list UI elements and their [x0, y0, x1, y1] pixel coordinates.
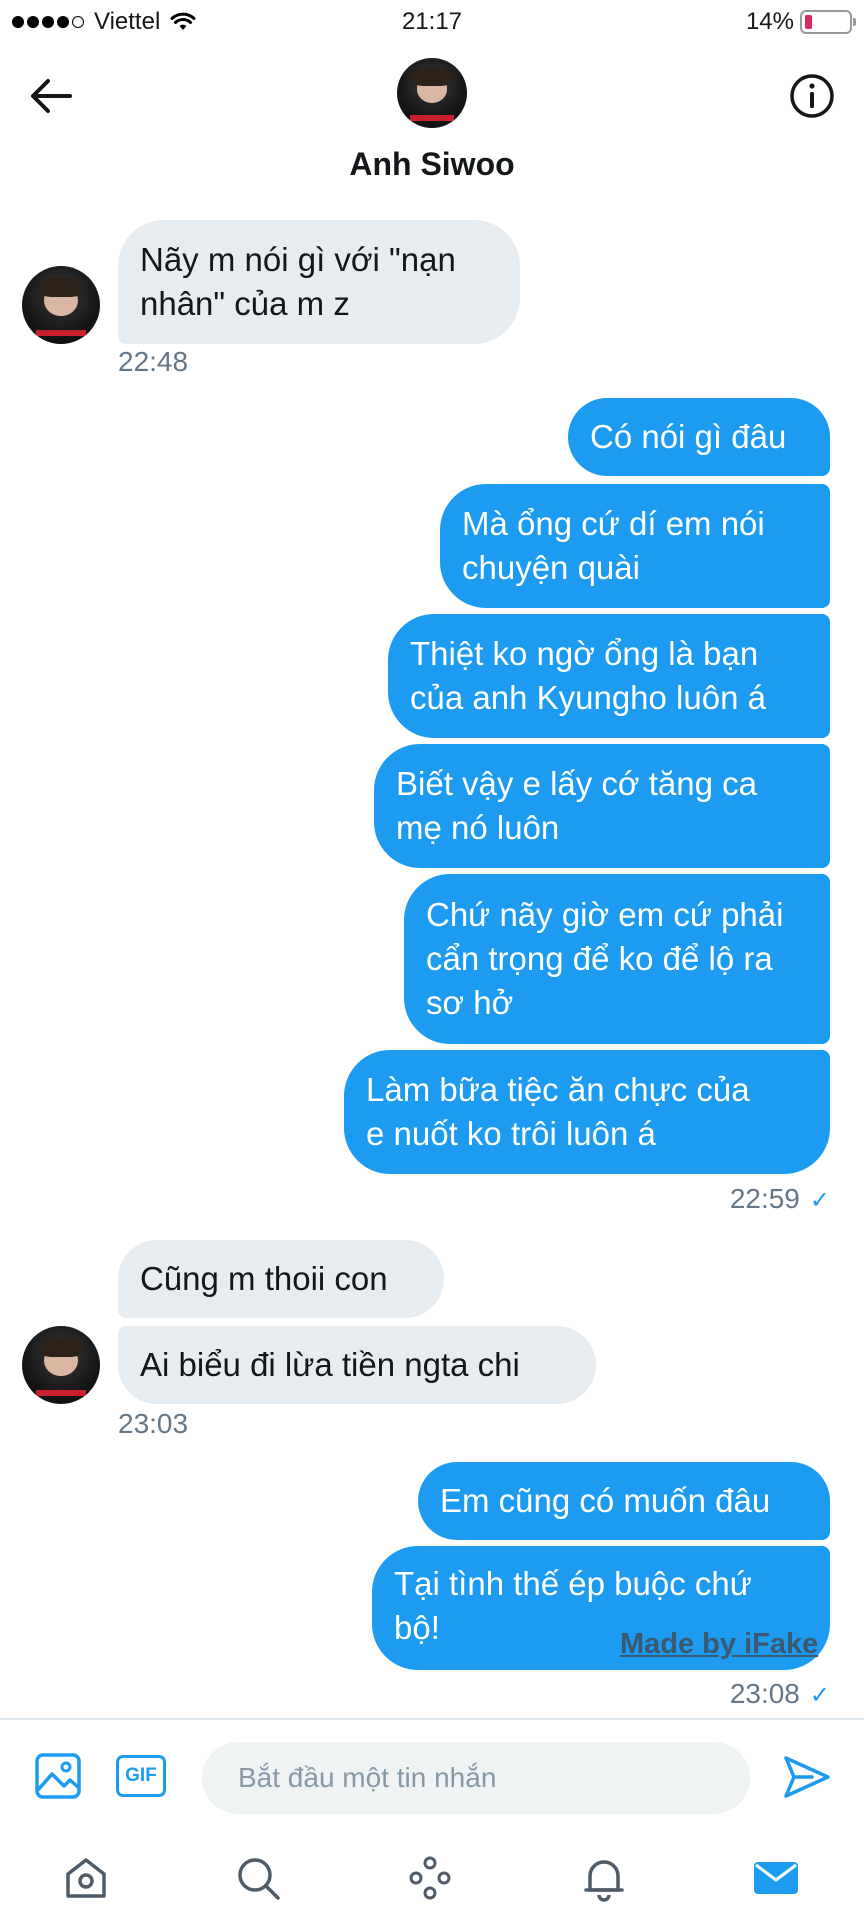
home-icon[interactable]	[62, 1854, 110, 1902]
contact-name[interactable]: Anh Siwoo	[0, 146, 864, 183]
message-timestamp: 23:08 ✓	[729, 1678, 830, 1709]
avatar[interactable]	[22, 266, 100, 344]
status-time: 21:17	[401, 8, 463, 35]
search-icon[interactable]	[234, 1854, 282, 1902]
read-check-icon: ✓	[809, 1187, 830, 1214]
message-bubble-outgoing[interactable]: Thiệt ko ngờ ổng là bạn của anh Kyungho …	[388, 614, 830, 738]
message-timestamp: 22:48	[118, 346, 189, 377]
spaces-icon[interactable]	[406, 1854, 454, 1902]
message-bubble-outgoing[interactable]: Chứ nãy giờ em cứ phải cẩn trọng để ko đ…	[404, 874, 830, 1044]
message-bubble-outgoing[interactable]: Mà ổng cứ dí em nói chuyện quài	[440, 484, 830, 608]
message-bubble-incoming[interactable]: Nãy m nói gì với "nạn nhân" của m z	[118, 220, 520, 344]
notifications-icon[interactable]	[580, 1854, 628, 1902]
message-bubble-outgoing[interactable]: Làm bữa tiệc ăn chực của e nuốt ko trôi …	[344, 1050, 830, 1174]
messages-icon[interactable]	[752, 1854, 800, 1902]
read-check-icon: ✓	[809, 1682, 830, 1709]
message-bubble-incoming[interactable]: Cũng m thoii con	[118, 1240, 444, 1318]
image-icon[interactable]	[34, 1752, 82, 1800]
message-composer: GIF	[0, 1718, 864, 1842]
send-icon[interactable]	[782, 1754, 832, 1800]
battery-percent: 14%	[745, 8, 794, 35]
message-bubble-incoming[interactable]: Ai biểu đi lừa tiền ngta chi	[118, 1326, 596, 1404]
avatar[interactable]	[22, 1326, 100, 1404]
status-right: 14%	[745, 8, 856, 36]
battery-icon	[800, 10, 856, 34]
message-timestamp: 23:03	[118, 1408, 189, 1439]
message-bubble-outgoing[interactable]: Biết vậy e lấy cớ tăng ca mẹ nó luôn	[374, 744, 830, 868]
message-bubble-outgoing[interactable]: Em cũng có muốn đâu	[418, 1462, 830, 1540]
contact-avatar[interactable]	[397, 58, 467, 128]
message-bubble-outgoing[interactable]: Có nói gì đâu	[568, 398, 830, 476]
status-bar: Viettel 21:17 14%	[0, 0, 864, 46]
watermark-text: Made by iFake	[620, 1628, 819, 1660]
message-timestamp: 22:59 ✓	[729, 1183, 830, 1214]
message-input[interactable]	[202, 1742, 750, 1814]
bottom-tab-bar	[0, 1842, 864, 1920]
info-icon[interactable]	[788, 72, 836, 120]
gif-button[interactable]: GIF	[116, 1755, 166, 1797]
back-arrow-icon[interactable]	[28, 76, 74, 116]
